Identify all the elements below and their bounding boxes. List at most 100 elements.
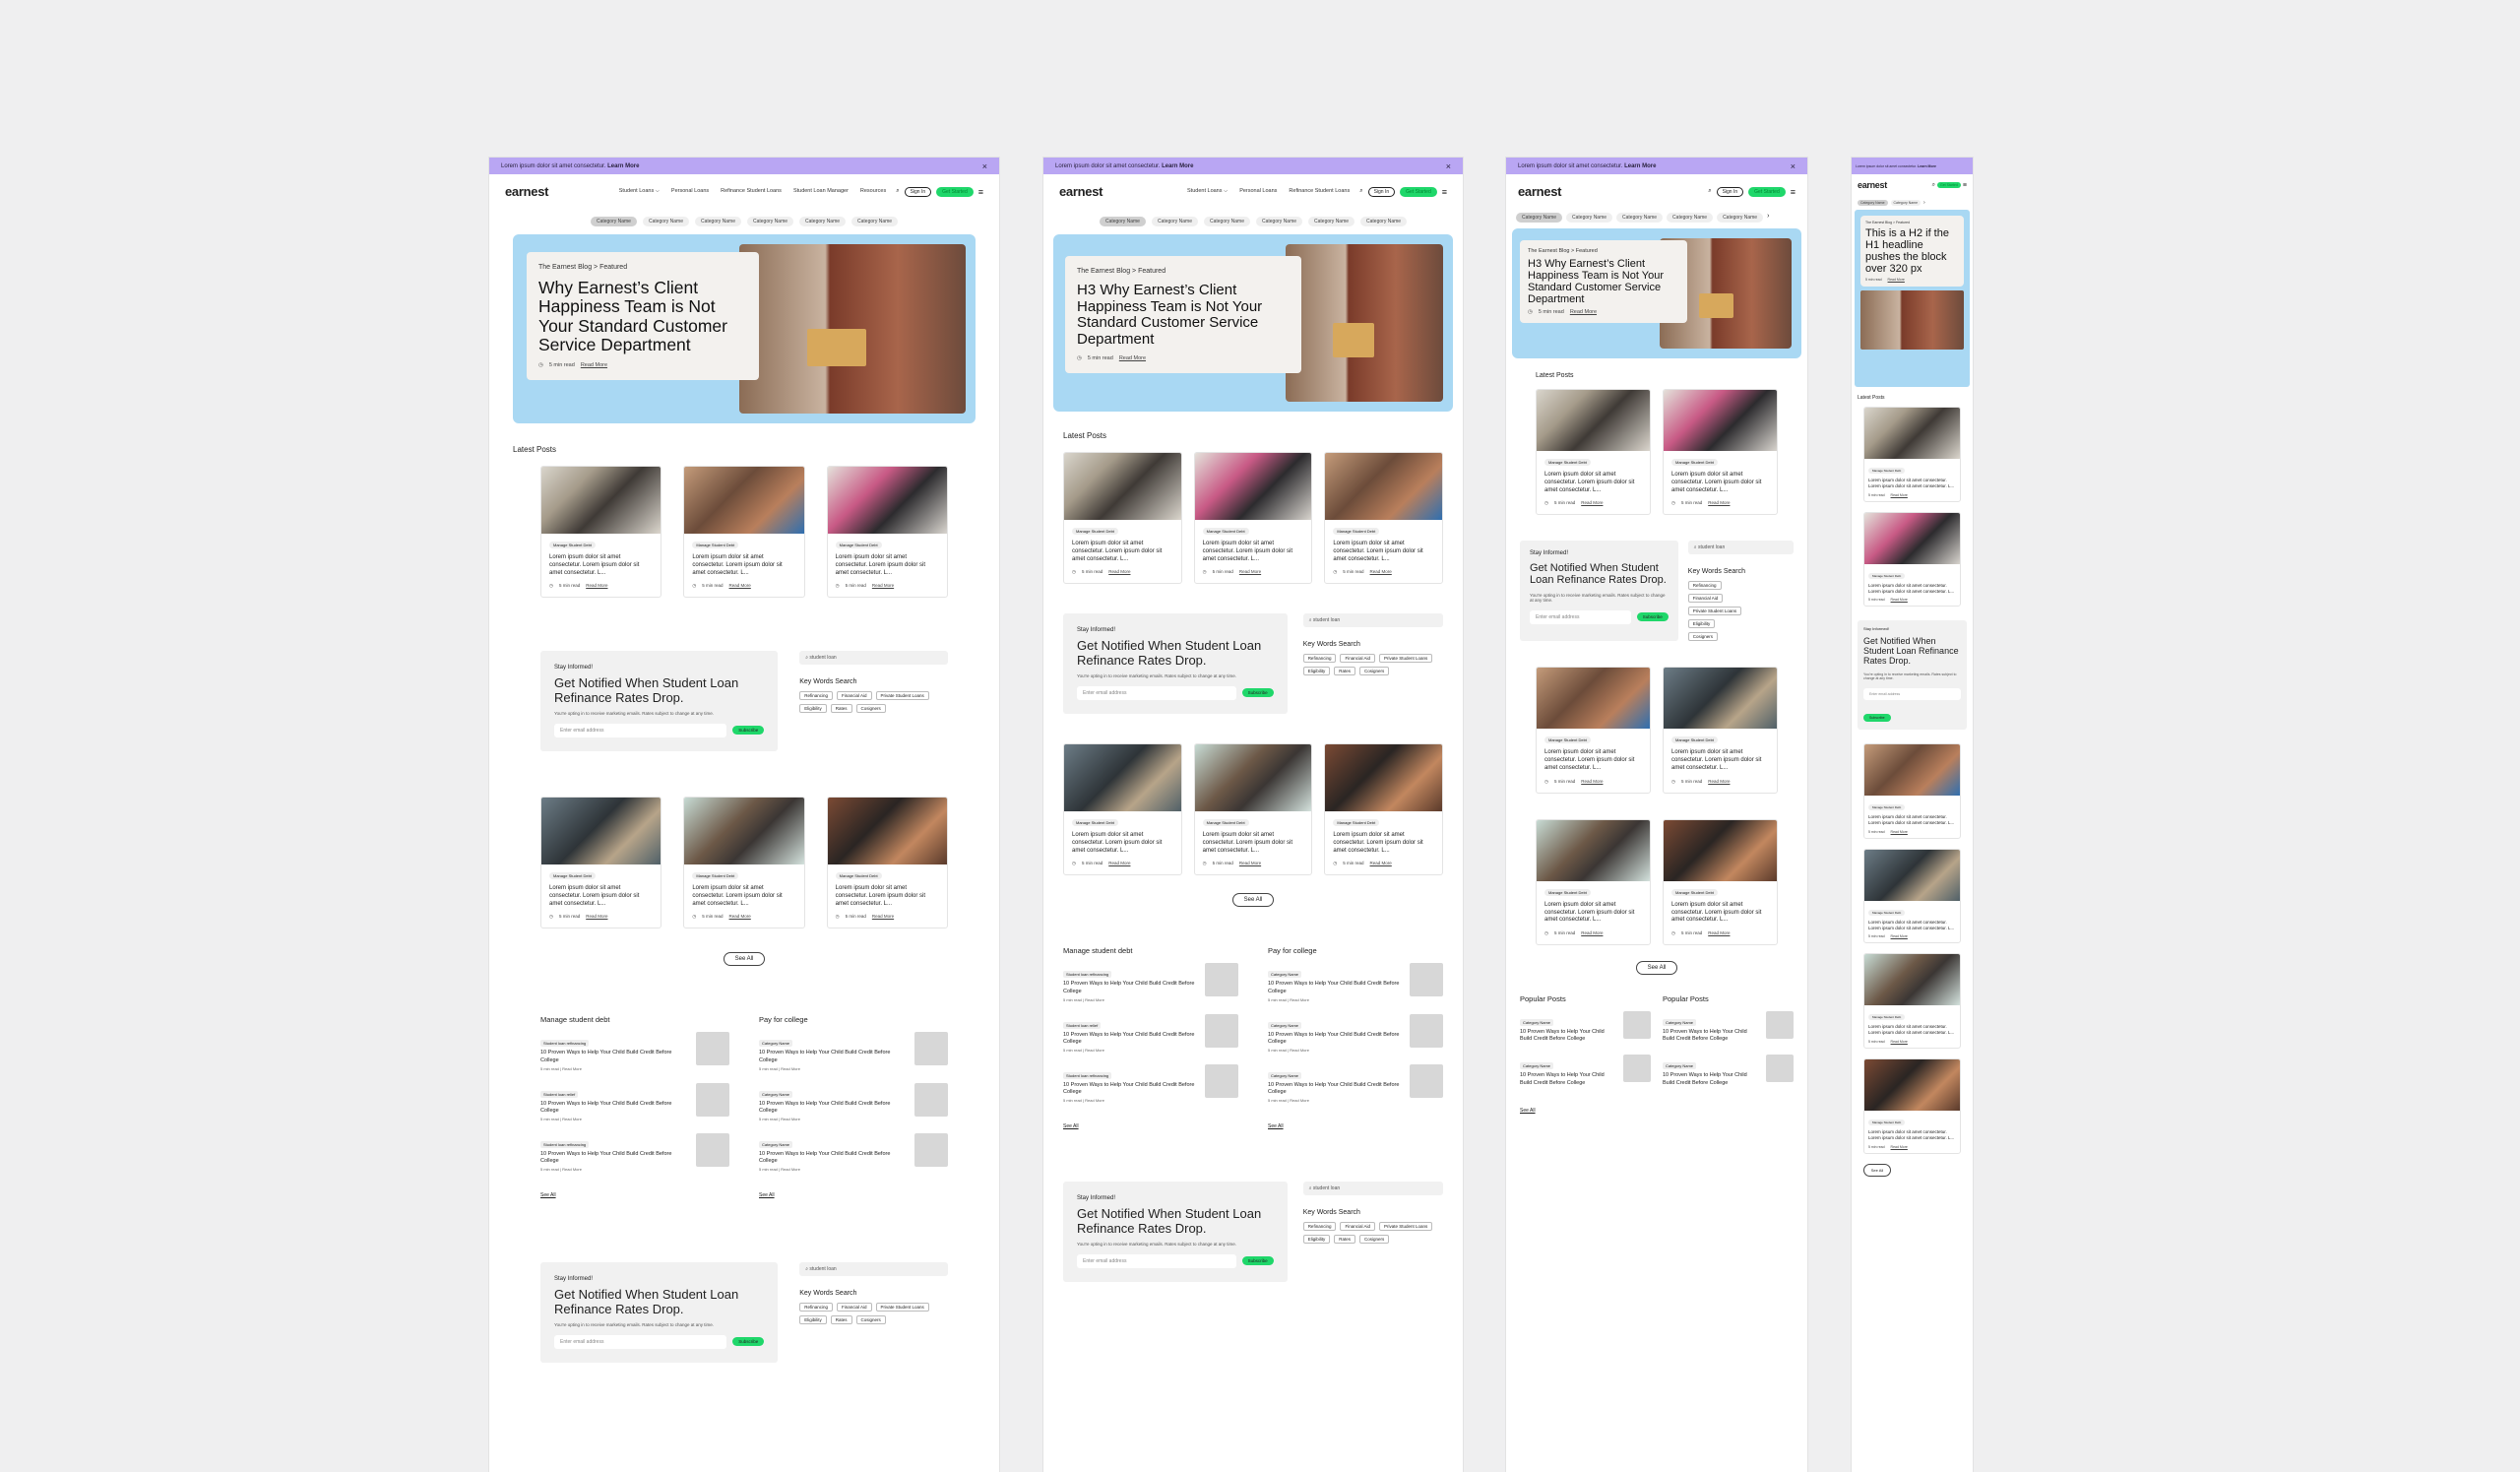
menu-icon[interactable]: ≡	[1963, 182, 1967, 189]
keyword-chip[interactable]: Cosigners	[1687, 632, 1719, 642]
keyword-chip[interactable]: Financial Aid	[836, 691, 872, 701]
topic-item[interactable]: Category Name 10 Proven Ways to Help Your…	[759, 1032, 948, 1071]
post-card[interactable]: Manage Student Debt Lorem ipsum dolor sit…	[683, 796, 805, 929]
post-card[interactable]: Manage Student Debt Lorem ipsum dolor sit…	[1863, 743, 1961, 839]
post-card[interactable]: Manage Student Debt Lorem ipsum dolor sit…	[1324, 742, 1443, 876]
keyword-chip[interactable]: Eligibility	[1302, 1235, 1331, 1245]
post-card[interactable]: Manage Student Debt Lorem ipsum dolor sit…	[1863, 407, 1961, 502]
promo-link[interactable]: Learn More	[1624, 163, 1656, 169]
logo[interactable]: earnest	[1518, 184, 1698, 199]
post-card[interactable]: Manage Student Debt Lorem ipsum dolor sit…	[540, 466, 662, 599]
read-more-link[interactable]: Read More	[1891, 1145, 1908, 1149]
email-field[interactable]: Enter email address	[1863, 688, 1961, 701]
category-chip[interactable]: Category Name	[1516, 213, 1563, 223]
topic-item[interactable]: Category Name 10 Proven Ways to Help Your…	[1663, 1055, 1794, 1086]
keyword-chip[interactable]: Eligibility	[1687, 619, 1716, 629]
get-started-button[interactable]: Get Started	[1400, 186, 1437, 197]
keyword-chip[interactable]: Refinancing	[1302, 654, 1337, 664]
read-more-link[interactable]: Read More	[1581, 779, 1603, 785]
see-all-link[interactable]: See All	[1268, 1123, 1284, 1129]
keyword-chip[interactable]: Cosigners	[855, 1315, 886, 1325]
keyword-chip[interactable]: Eligibility	[1302, 667, 1331, 676]
category-chip[interactable]: Category Name	[1717, 213, 1764, 223]
keyword-chip[interactable]: Cosigners	[855, 704, 886, 714]
category-chip[interactable]: Category Name	[747, 217, 794, 226]
close-icon[interactable]: ×	[1446, 161, 1451, 171]
read-more-link[interactable]: Read More	[1891, 598, 1908, 602]
sign-in-button[interactable]: Sign In	[1716, 186, 1744, 197]
keyword-chip[interactable]: Eligibility	[799, 704, 827, 714]
topic-item[interactable]: Category Name 10 Proven Ways to Help Your…	[1520, 1011, 1651, 1043]
logo[interactable]: earnest	[505, 184, 609, 199]
category-chip[interactable]: Category Name	[694, 217, 741, 226]
promo-link[interactable]: Learn More	[607, 163, 639, 169]
keyword-chip[interactable]: Financial Aid	[836, 1303, 872, 1312]
keyword-chip[interactable]: Refinancing	[1302, 1222, 1337, 1232]
keyword-chip[interactable]: Private Student Loans	[1687, 607, 1742, 616]
post-card[interactable]: Manage Student Debt Lorem ipsum dolor sit…	[1193, 742, 1313, 876]
search-icon[interactable]: ⌕	[896, 188, 899, 195]
search-input[interactable]: ⌕ student loan	[1302, 1182, 1443, 1196]
keyword-chip[interactable]: Financial Aid	[1340, 654, 1375, 664]
keyword-chip[interactable]: Financial Aid	[1340, 1222, 1375, 1232]
category-chip[interactable]: Category Name	[1203, 217, 1250, 226]
read-more-link[interactable]: Read More	[729, 914, 751, 920]
category-chip[interactable]: Category Name	[1256, 217, 1303, 226]
sign-in-button[interactable]: Sign In	[904, 186, 932, 197]
read-more-link[interactable]: Read More	[1891, 493, 1908, 497]
category-chip[interactable]: Category Name	[851, 217, 899, 226]
see-all-button[interactable]: See All	[1863, 1163, 1891, 1177]
hero-title[interactable]: Why Earnest’s Client Happiness Team is N…	[538, 278, 747, 354]
email-field[interactable]: Enter email address	[1530, 609, 1631, 624]
category-chip[interactable]: Category Name	[1099, 217, 1146, 226]
keyword-chip[interactable]: Rates	[1334, 1235, 1355, 1245]
topic-item[interactable]: Category Name 10 Proven Ways to Help Your…	[1520, 1055, 1651, 1086]
hero-title[interactable]: This is a H2 if the H1 headline pushes t…	[1865, 227, 1959, 275]
hero-title[interactable]: H3 Why Earnest’s Client Happiness Team i…	[1077, 282, 1290, 348]
post-card[interactable]: Manage Student Debt Lorem ipsum dolor sit…	[1536, 818, 1651, 946]
read-more-link[interactable]: Read More	[586, 583, 607, 589]
post-card[interactable]: Manage Student Debt Lorem ipsum dolor sit…	[1536, 667, 1651, 794]
read-more-link[interactable]: Read More	[872, 583, 894, 589]
read-more-link[interactable]: Read More	[1708, 779, 1730, 785]
read-more-link[interactable]: Read More	[1370, 569, 1392, 575]
post-card[interactable]: Manage Student Debt Lorem ipsum dolor sit…	[826, 796, 948, 929]
nav-refinance[interactable]: Refinance Student Loans	[721, 188, 782, 195]
keyword-chip[interactable]: Private Student Loans	[875, 1303, 929, 1312]
see-all-button[interactable]: See All	[724, 952, 765, 967]
category-chip[interactable]: Category Name	[1667, 213, 1714, 223]
nav-personal-loans[interactable]: Personal Loans	[671, 188, 709, 195]
sign-in-button[interactable]: Sign In	[1367, 186, 1396, 197]
post-card[interactable]: Manage Student Debt Lorem ipsum dolor sit…	[1663, 667, 1778, 794]
nav-personal-loans[interactable]: Personal Loans	[1239, 188, 1277, 195]
read-more-link[interactable]: Read More	[581, 362, 607, 368]
topic-item[interactable]: Student loan relief 10 Proven Ways to Hel…	[1063, 1013, 1238, 1053]
email-field[interactable]: Enter email address	[1077, 685, 1236, 700]
topic-item[interactable]: Category Name 10 Proven Ways to Help Your…	[1268, 1063, 1443, 1103]
subscribe-button[interactable]: Subscribe	[732, 726, 765, 736]
keyword-chip[interactable]: Cosigners	[1358, 1235, 1390, 1245]
search-icon[interactable]: ⌕	[1932, 182, 1935, 189]
read-more-link[interactable]: Read More	[1581, 930, 1603, 936]
read-more-link[interactable]: Read More	[1581, 500, 1603, 506]
topic-item[interactable]: Student loan refinancing 10 Proven Ways t…	[1063, 1063, 1238, 1103]
close-icon[interactable]: ×	[1791, 161, 1796, 171]
category-chip[interactable]: Category Name	[590, 217, 637, 226]
keyword-chip[interactable]: Private Student Loans	[1378, 1222, 1433, 1232]
keyword-chip[interactable]: Cosigners	[1358, 667, 1390, 676]
keyword-chip[interactable]: Rates	[830, 1315, 852, 1325]
nav-student-loans[interactable]: Student Loans ⌵	[1187, 188, 1228, 195]
topic-item[interactable]: Student loan refinancing 10 Proven Ways t…	[540, 1132, 729, 1172]
search-icon[interactable]: ⌕	[1708, 188, 1711, 195]
nav-refinance[interactable]: Refinance Student Loans	[1289, 188, 1350, 195]
see-all-link[interactable]: See All	[1063, 1123, 1079, 1129]
nav-resources[interactable]: Resources	[860, 188, 886, 195]
keyword-chip[interactable]: Refinancing	[799, 691, 833, 701]
email-field[interactable]: Enter email address	[1077, 1253, 1236, 1268]
category-chip[interactable]: Category Name	[799, 217, 847, 226]
topic-item[interactable]: Category Name 10 Proven Ways to Help Your…	[759, 1132, 948, 1172]
get-started-button[interactable]: Get Started	[936, 186, 974, 197]
read-more-link[interactable]: Read More	[1891, 1040, 1908, 1044]
keyword-chip[interactable]: Eligibility	[799, 1315, 827, 1325]
keyword-chip[interactable]: Rates	[1334, 667, 1355, 676]
